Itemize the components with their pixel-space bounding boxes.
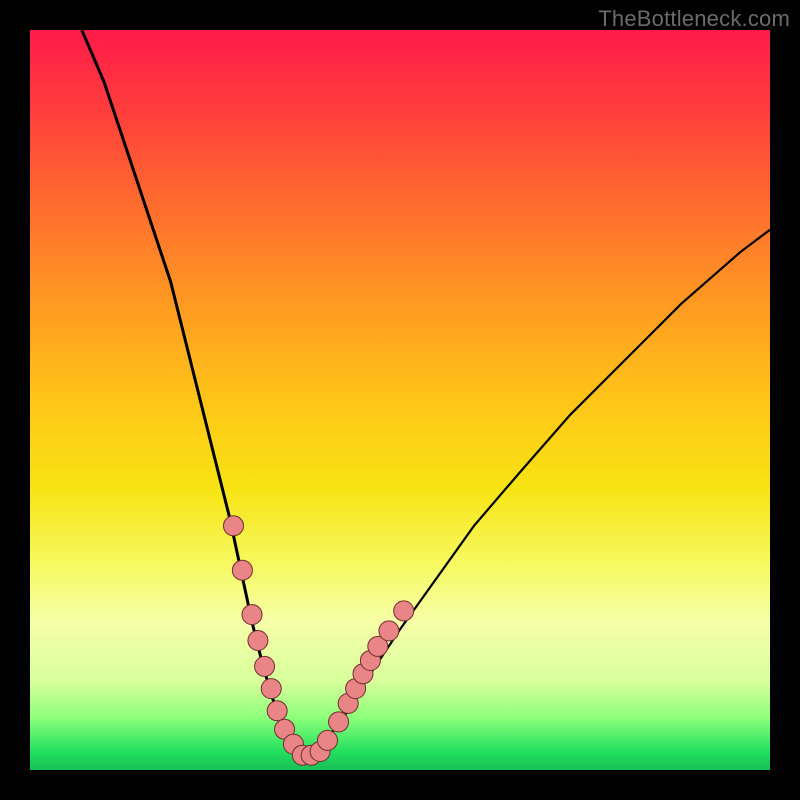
data-marker xyxy=(248,631,268,651)
data-marker xyxy=(224,516,244,536)
watermark-text: TheBottleneck.com xyxy=(598,6,790,32)
data-marker xyxy=(232,560,252,580)
data-marker xyxy=(255,656,275,676)
data-marker xyxy=(317,730,337,750)
data-marker xyxy=(242,605,262,625)
data-marker xyxy=(267,701,287,721)
chart-overlay-svg xyxy=(30,30,770,770)
data-marker xyxy=(261,679,281,699)
data-marker xyxy=(394,601,414,621)
data-marker xyxy=(379,621,399,641)
plot-area xyxy=(30,30,770,770)
chart-frame: TheBottleneck.com xyxy=(0,0,800,800)
data-marker xyxy=(329,712,349,732)
marker-group xyxy=(224,516,414,765)
